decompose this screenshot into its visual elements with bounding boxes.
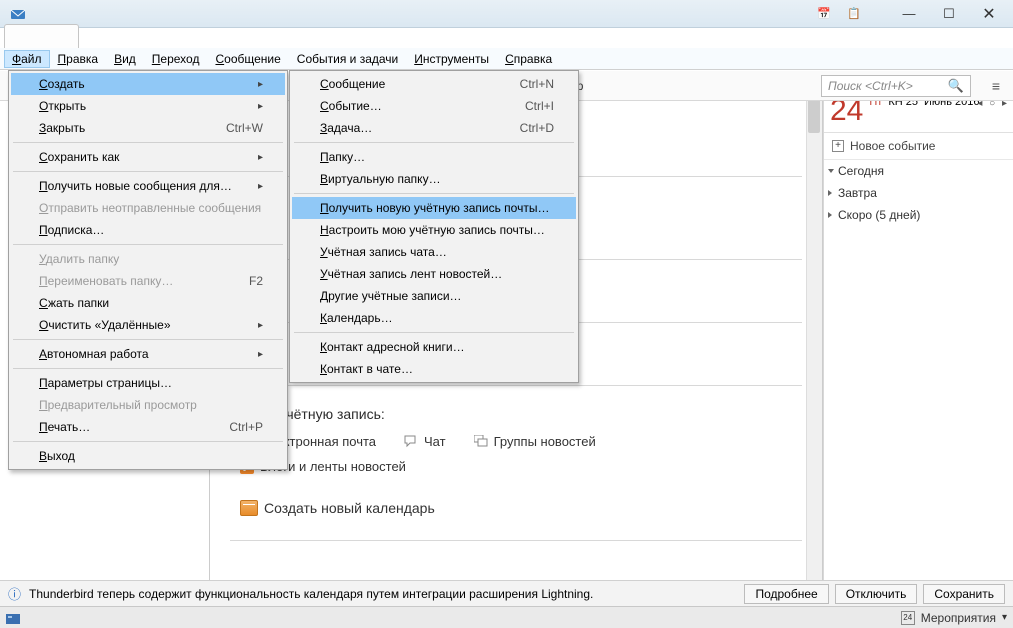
today-pane-chevron[interactable]: ▾ [1002, 612, 1007, 623]
today-pane-icon[interactable]: 24 [901, 611, 915, 625]
file-menu-item-10: Удалить папку [11, 248, 285, 270]
create-submenu-dropdown: СообщениеCtrl+NСобытие…Ctrl+IЗадача…Ctrl… [289, 70, 579, 383]
menu-events[interactable]: События и задачи [289, 50, 406, 68]
agenda-soon[interactable]: Скоро (5 дней) [824, 204, 1013, 226]
create-menu-item-11[interactable]: Другие учётные записи… [292, 285, 576, 307]
menu-edit[interactable]: Правка [50, 50, 107, 68]
tasks-icon[interactable]: 📋 [839, 4, 869, 24]
create-menu-item-2[interactable]: Задача…Ctrl+D [292, 117, 576, 139]
disable-button[interactable]: Отключить [835, 584, 918, 604]
activity-icon [6, 613, 20, 623]
create-account-section: здать учётную запись: Электронная почта … [230, 406, 802, 474]
file-menu-item-17[interactable]: Параметры страницы… [11, 372, 285, 394]
close-button[interactable]: ✕ [969, 2, 1009, 26]
calendar-icon [240, 500, 258, 516]
create-menu-item-10[interactable]: Учётная запись лент новостей… [292, 263, 576, 285]
new-calendar-section: Создать новый календарь [230, 500, 802, 516]
file-menu-item-13[interactable]: Очистить «Удалённые»▸ [11, 314, 285, 336]
menu-message[interactable]: Сообщение [207, 50, 288, 68]
file-menu-item-1[interactable]: Открыть▸ [11, 95, 285, 117]
notification-text: Thunderbird теперь содержит функциональн… [29, 587, 593, 601]
file-menu-item-15[interactable]: Автономная работа▸ [11, 343, 285, 365]
minimize-button[interactable]: — [889, 2, 929, 26]
create-account-label: здать учётную запись: [240, 406, 802, 422]
search-placeholder: Поиск <Ctrl+K> [828, 79, 913, 93]
file-menu-item-19[interactable]: Печать…Ctrl+P [11, 416, 285, 438]
file-menu-item-6[interactable]: Получить новые сообщения для…▸ [11, 175, 285, 197]
file-menu-item-12[interactable]: Сжать папки [11, 292, 285, 314]
file-menu-item-11: Переименовать папку…F2 [11, 270, 285, 292]
menu-tools[interactable]: Инструменты [406, 50, 497, 68]
create-menu-item-1[interactable]: Событие…Ctrl+I [292, 95, 576, 117]
menu-view[interactable]: Вид [106, 50, 144, 68]
file-menu-item-18: Предварительный просмотр [11, 394, 285, 416]
create-menu-item-12[interactable]: Календарь… [292, 307, 576, 329]
file-menu-dropdown: Создать▸Открыть▸ЗакрытьCtrl+W Сохранить к… [8, 70, 288, 470]
window-titlebar: 📅 📋 — ☐ ✕ [0, 0, 1013, 28]
chat-icon [404, 435, 418, 449]
file-menu-item-2[interactable]: ЗакрытьCtrl+W [11, 117, 285, 139]
maximize-button[interactable]: ☐ [929, 2, 969, 26]
menu-go[interactable]: Переход [144, 50, 208, 68]
file-menu-item-4[interactable]: Сохранить как▸ [11, 146, 285, 168]
file-menu-item-7: Отправить неотправленные сообщения [11, 197, 285, 219]
menu-file[interactable]: Файл [4, 50, 50, 68]
tab-main[interactable] [4, 24, 79, 48]
new-event-button[interactable]: + Новое событие [824, 133, 1013, 160]
create-menu-item-5[interactable]: Виртуальную папку… [292, 168, 576, 190]
agenda-tomorrow[interactable]: Завтра [824, 182, 1013, 204]
app-menu-button[interactable]: ≡ [985, 78, 1007, 94]
create-menu-item-7[interactable]: Получить новую учётную запись почты… [292, 197, 576, 219]
create-menu-item-4[interactable]: Папку… [292, 146, 576, 168]
search-input[interactable]: Поиск <Ctrl+K> 🔍 [821, 75, 971, 97]
create-menu-item-8[interactable]: Настроить мою учётную запись почты… [292, 219, 576, 241]
info-icon: ⓘ [8, 584, 21, 603]
newsgroups-option[interactable]: Группы новостей [474, 434, 596, 449]
create-menu-item-9[interactable]: Учётная запись чата… [292, 241, 576, 263]
search-icon: 🔍 [948, 78, 964, 94]
chat-option[interactable]: Чат [404, 434, 446, 449]
tab-strip [0, 24, 79, 48]
app-icon [10, 6, 26, 22]
menubar: Файл Правка Вид Переход Сообщение Событи… [0, 48, 1013, 70]
create-menu-item-15[interactable]: Контакт в чате… [292, 358, 576, 380]
create-menu-item-14[interactable]: Контакт адресной книги… [292, 336, 576, 358]
menu-help[interactable]: Справка [497, 50, 560, 68]
new-event-icon: + [832, 140, 844, 152]
notification-bar: ⓘ Thunderbird теперь содержит функционал… [0, 580, 1013, 606]
newsgroups-icon [474, 435, 488, 449]
agenda-today[interactable]: Сегодня [824, 160, 1013, 182]
new-calendar-option[interactable]: Создать новый календарь [240, 500, 802, 516]
content-scrollbar[interactable] [806, 71, 822, 580]
today-pane-label[interactable]: Мероприятия [921, 611, 996, 625]
events-sidebar: События ◀ ▶ ✕ 24 Пт ◂ ○ ▸ КН 25 Июнь 201… [823, 71, 1013, 580]
learn-more-button[interactable]: Подробнее [744, 584, 828, 604]
file-menu-item-21[interactable]: Выход [11, 445, 285, 467]
calendar-today-icon[interactable]: 📅 [809, 4, 839, 24]
status-bar: 24 Мероприятия ▾ [0, 606, 1013, 628]
keep-button[interactable]: Сохранить [923, 584, 1005, 604]
create-menu-item-0[interactable]: СообщениеCtrl+N [292, 73, 576, 95]
file-menu-item-8[interactable]: Подписка… [11, 219, 285, 241]
file-menu-item-0[interactable]: Создать▸ [11, 73, 285, 95]
